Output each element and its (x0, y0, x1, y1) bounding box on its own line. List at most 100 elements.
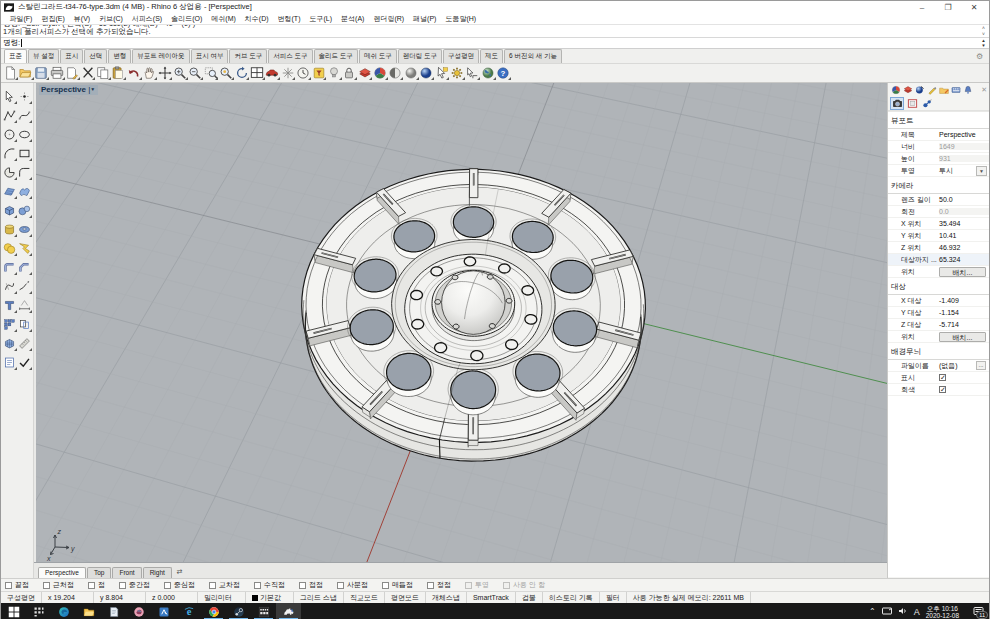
browse-file-icon[interactable]: ... (976, 361, 986, 370)
boxedit-cursor-icon[interactable] (465, 65, 480, 81)
osnap-접점[interactable]: 접점 (299, 580, 323, 590)
sphere-gray-icon[interactable] (403, 65, 418, 81)
toolbar-tab-4[interactable]: 변형 (108, 49, 131, 63)
panel-tab-display-ball-icon[interactable] (914, 84, 926, 95)
panel-tab-properties-wheel-icon[interactable] (890, 84, 902, 95)
chamfer-pipe-icon[interactable] (17, 258, 32, 276)
viewport-tab-new-icon[interactable]: ⇄ (173, 566, 187, 578)
pointer-arrow-icon[interactable] (2, 87, 17, 105)
status-segment-14[interactable]: 사용 가능한 실제 메모리: 22611 MB (627, 592, 751, 603)
panel-close-icon[interactable]: ✕ (981, 86, 987, 94)
page-edit-icon[interactable] (65, 65, 80, 81)
new-file-icon[interactable] (3, 65, 18, 81)
lock-icon[interactable] (342, 65, 357, 81)
osnap-checkbox[interactable] (382, 582, 389, 589)
panel-subtab-link-tab-icon[interactable] (920, 97, 934, 110)
osnap-checkbox[interactable] (254, 582, 261, 589)
panel-row-value[interactable]: -1.154 (939, 309, 989, 316)
cylinder-gold-icon[interactable] (2, 220, 17, 238)
panel-row-value[interactable]: (없음) (939, 361, 976, 371)
osnap-교차점[interactable]: 교차점 (209, 580, 240, 590)
undo-icon[interactable] (126, 65, 141, 81)
panel-subtab-camera-tab-icon[interactable] (890, 97, 904, 110)
osnap-checkbox[interactable] (465, 582, 472, 589)
taskbar-pinned-grid-icon[interactable] (26, 603, 51, 619)
cplane-star-icon[interactable] (280, 65, 295, 81)
help-icon[interactable]: ? (496, 65, 511, 81)
status-segment-13[interactable]: 필터 (600, 592, 627, 603)
toolbar-tab-6[interactable]: 표시 여부 (191, 49, 229, 63)
menu-item-11[interactable]: 렌더링(R) (369, 14, 409, 24)
save-icon[interactable] (34, 65, 49, 81)
tray-volume-icon[interactable] (898, 606, 908, 618)
panel-tab-pen-note-icon[interactable] (926, 84, 938, 95)
ellipse-icon[interactable] (17, 125, 32, 143)
history-clock-icon[interactable] (295, 65, 310, 81)
taskbar-notepad-icon[interactable] (101, 603, 126, 619)
taskbar-steam-icon[interactable] (226, 603, 251, 619)
rectangle-icon[interactable] (17, 144, 32, 162)
open-folder-icon[interactable] (18, 65, 33, 81)
osnap-수직점[interactable]: 수직점 (254, 580, 285, 590)
array-grid-icon[interactable] (2, 315, 17, 333)
osnap-checkbox[interactable] (164, 582, 171, 589)
control-curve-icon[interactable] (17, 106, 32, 124)
patch-blue-icon[interactable] (17, 182, 32, 200)
toolbar-tab-8[interactable]: 서피스 도구 (268, 49, 312, 63)
place-button[interactable]: 배치... (939, 332, 986, 342)
panel-checkbox[interactable] (939, 374, 946, 381)
panel-row-value[interactable]: 65.324 (939, 256, 989, 263)
osnap-중심점[interactable]: 중심점 (164, 580, 195, 590)
panel-row-value[interactable]: 투시 (939, 166, 976, 176)
zoom-window-icon[interactable] (203, 65, 218, 81)
menu-item-4[interactable]: 서피스(S) (127, 14, 166, 24)
menu-item-7[interactable]: 치수(D) (240, 14, 273, 24)
tray-ime-indicator[interactable]: A (914, 607, 920, 617)
color-wheel-icon[interactable] (372, 65, 387, 81)
status-segment-2[interactable]: y 8.804 (94, 592, 146, 603)
arc-icon[interactable] (2, 144, 17, 162)
osnap-checkbox[interactable] (337, 582, 344, 589)
dim-small-icon[interactable] (17, 296, 32, 314)
taskbar-chrome-icon[interactable] (201, 603, 226, 619)
status-segment-1[interactable]: x 19.204 (42, 592, 94, 603)
osnap-점[interactable]: 점 (88, 580, 105, 590)
menu-item-10[interactable]: 분석(A) (337, 14, 369, 24)
close-button[interactable]: ✕ (961, 1, 987, 13)
toolbar-tab-14[interactable]: 6 버전의 새 기능 (504, 49, 562, 63)
status-segment-5[interactable]: 기본값 (246, 592, 294, 603)
boolean-union-icon[interactable] (2, 239, 17, 257)
toolbar-tab-7[interactable]: 커브 도구 (229, 49, 267, 63)
taskbar-blue-app-icon[interactable] (151, 603, 176, 619)
named-view-car-icon[interactable] (265, 65, 280, 81)
text-T-icon[interactable] (2, 296, 17, 314)
tray-display-icon[interactable] (882, 606, 892, 618)
point-dot-icon[interactable] (17, 87, 32, 105)
status-segment-11[interactable]: 검볼 (516, 592, 543, 603)
torus-blue-icon[interactable] (17, 220, 32, 238)
layer-red-icon[interactable] (357, 65, 372, 81)
offset-tool-icon[interactable] (17, 315, 32, 333)
osnap-checkbox[interactable] (209, 582, 216, 589)
notification-center-icon[interactable]: 11 (967, 603, 989, 619)
menu-item-9[interactable]: 도구(L) (305, 14, 337, 24)
mesh-box-icon[interactable] (2, 334, 17, 352)
fillet-pipe-icon[interactable] (2, 258, 17, 276)
status-segment-6[interactable]: 그리드 스냅 (294, 592, 344, 603)
toolbar-tab-10[interactable]: 메쉬 도구 (359, 49, 397, 63)
menu-item-5[interactable]: 솔리드(O) (167, 14, 207, 24)
toolbar-tab-0[interactable]: 표준 (4, 49, 27, 63)
menu-item-12[interactable]: 패널(P) (409, 14, 441, 24)
menu-item-6[interactable]: 메쉬(M) (207, 14, 241, 24)
osnap-checkbox[interactable] (119, 582, 126, 589)
panel-subtab-frame-tab-icon[interactable] (905, 97, 919, 110)
options-gear-icon[interactable] (449, 65, 464, 81)
status-segment-10[interactable]: SmartTrack (467, 592, 516, 603)
command-input[interactable]: 명령: ▲▼ (1, 38, 989, 49)
command-history[interactable]: 명령: _SelPolysrf ( 선택(S)=-60 110(2) 해제(D)… (1, 24, 989, 38)
viewport-perspective[interactable]: zyx Perspective |▼ (36, 83, 889, 562)
menu-item-0[interactable]: 파일(F) (5, 14, 37, 24)
toolbar-tab-13[interactable]: 제도 (480, 49, 503, 63)
menu-item-1[interactable]: 편집(E) (37, 14, 69, 24)
osnap-중간점[interactable]: 중간점 (119, 580, 150, 590)
